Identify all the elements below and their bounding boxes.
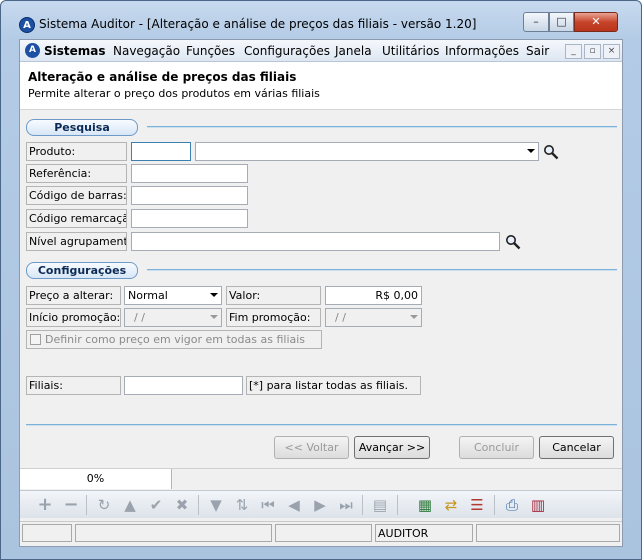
status-user: AUDITOR [375, 524, 473, 542]
referencia-label: Referência: [26, 164, 127, 183]
chevron-down-icon [410, 315, 418, 319]
menu-utilitarios[interactable]: Utilitários [382, 44, 439, 58]
remarcacao-input[interactable] [131, 209, 248, 228]
valor-label: Valor: [226, 286, 321, 305]
menu-sistemas[interactable]: Sistemas [44, 44, 106, 58]
section-configuracoes: Configurações [26, 262, 138, 279]
status-cell [275, 524, 372, 542]
remarcacao-label: Código remarcação: [26, 209, 127, 228]
nivel-label: Nível agrupamento [26, 232, 127, 251]
confirm-icon[interactable]: ✔ [147, 496, 165, 514]
filter-icon[interactable]: ▼ [207, 496, 225, 514]
menu-navegacao[interactable]: Navegação [113, 44, 180, 58]
refresh-icon[interactable]: ↻ [95, 496, 113, 514]
mdi-minimize-button[interactable]: _ [565, 44, 582, 59]
close-button[interactable]: ✕ [574, 12, 618, 32]
chevron-down-icon [210, 293, 218, 297]
mdi-close-button[interactable]: × [603, 44, 620, 59]
app-icon: A [19, 17, 35, 33]
fim-date-picker[interactable]: / / [325, 308, 422, 327]
inicio-label: Início promoção: [26, 308, 121, 327]
filiais-hint: [*] para listar todas as filiais. [246, 376, 421, 395]
definir-checkbox-row[interactable]: Definir como preço em vigor em todas as … [26, 330, 322, 349]
calendar-icon[interactable]: ▥ [529, 496, 547, 514]
status-cell [75, 524, 272, 542]
produto-desc-dropdown[interactable] [195, 142, 539, 161]
search-icon[interactable] [543, 144, 559, 160]
first-icon[interactable]: ⏮ [259, 496, 277, 514]
menu-informacoes[interactable]: Informações [445, 44, 519, 58]
preco-label: Preço a alterar: [26, 286, 121, 305]
up-icon[interactable]: ▲ [121, 496, 139, 514]
prev-icon[interactable]: ◀ [285, 496, 303, 514]
system-menu-icon[interactable]: A [25, 43, 40, 58]
produto-label: Produto: [26, 142, 127, 161]
definir-checkbox[interactable] [30, 334, 41, 345]
produto-code-input[interactable] [131, 142, 191, 161]
page-title: Alteração e análise de preços das filiai… [28, 70, 297, 84]
fim-label: Fim promoção: [226, 308, 321, 327]
chevron-down-icon [210, 315, 218, 319]
minimize-button[interactable]: – [523, 12, 549, 32]
page-header: Alteração e análise de preços das filiai… [20, 62, 622, 110]
menu-configuracoes[interactable]: Configurações [244, 44, 330, 58]
menu-bar: A Sistemas Navegação Funções Configuraçõ… [20, 40, 622, 62]
client-area: A Sistemas Navegação Funções Configuraçõ… [19, 39, 623, 547]
page-subtitle: Permite alterar o preço dos produtos em … [28, 87, 320, 100]
fim-value: / / [335, 311, 346, 324]
list-icon[interactable]: ☰ [468, 496, 486, 514]
chevron-down-icon [527, 149, 535, 153]
import-icon[interactable]: ▦ [416, 496, 434, 514]
menu-funcoes[interactable]: Funções [186, 44, 235, 58]
preco-value: Normal [128, 289, 168, 302]
avancar-button[interactable]: Avançar >> [354, 436, 430, 459]
menu-janela[interactable]: Janela [335, 44, 372, 58]
add-icon[interactable]: + [36, 496, 54, 514]
section-divider [147, 126, 617, 128]
window-title: Sistema Auditor - [Alteração e análise d… [39, 17, 477, 31]
filiais-label: Filiais: [26, 376, 121, 395]
voltar-button[interactable]: << Voltar [274, 436, 349, 459]
section-divider [147, 269, 617, 271]
cancelar-button[interactable]: Cancelar [539, 436, 614, 459]
menu-sair[interactable]: Sair [526, 44, 549, 58]
navigation-toolbar: + − ↻ ▲ ✔ ✖ ▼ ⇅ ⏮ ◀ ▶ ⏭ ▤ ▦ ⇄ ☰ ⎙ ▥ [20, 490, 622, 518]
last-icon[interactable]: ⏭ [337, 496, 355, 514]
toolbar-separator [86, 495, 87, 515]
maximize-button[interactable]: □ [549, 12, 574, 32]
window-frame: A Sistema Auditor - [Alteração e análise… [0, 0, 642, 560]
remove-icon[interactable]: − [62, 496, 80, 514]
sort-icon[interactable]: ⇅ [233, 496, 251, 514]
toolbar-separator [494, 495, 495, 515]
progress-area: 0% [20, 468, 622, 489]
section-pesquisa: Pesquisa [26, 119, 138, 136]
referencia-input[interactable] [131, 164, 248, 183]
toolbar-separator [397, 495, 398, 515]
toolbar-separator [198, 495, 199, 515]
status-cell [476, 524, 620, 542]
progress-label: 0% [20, 469, 172, 489]
export-icon[interactable]: ▤ [371, 496, 389, 514]
next-icon[interactable]: ▶ [311, 496, 329, 514]
status-bar: AUDITOR [20, 521, 622, 543]
inicio-date-picker[interactable]: / / [124, 308, 222, 327]
status-cell [22, 524, 72, 542]
definir-label: Definir como preço em vigor em todas as … [45, 333, 306, 346]
barras-input[interactable] [131, 186, 248, 205]
preco-dropdown[interactable]: Normal [124, 286, 222, 305]
footer-divider [26, 424, 617, 426]
concluir-button[interactable]: Concluir [459, 436, 534, 459]
nivel-input[interactable] [131, 232, 500, 251]
barras-label: Código de barras: [26, 186, 127, 205]
inicio-value: / / [134, 311, 145, 324]
print-icon[interactable]: ⎙ [503, 496, 521, 514]
search-icon[interactable] [505, 234, 521, 250]
filiais-input[interactable] [124, 376, 243, 395]
mdi-restore-button[interactable]: ▫ [584, 44, 601, 59]
transfer-icon[interactable]: ⇄ [442, 496, 460, 514]
cancel-icon[interactable]: ✖ [173, 496, 191, 514]
valor-input[interactable]: R$ 0,00 [325, 286, 422, 305]
toolbar-separator [362, 495, 363, 515]
